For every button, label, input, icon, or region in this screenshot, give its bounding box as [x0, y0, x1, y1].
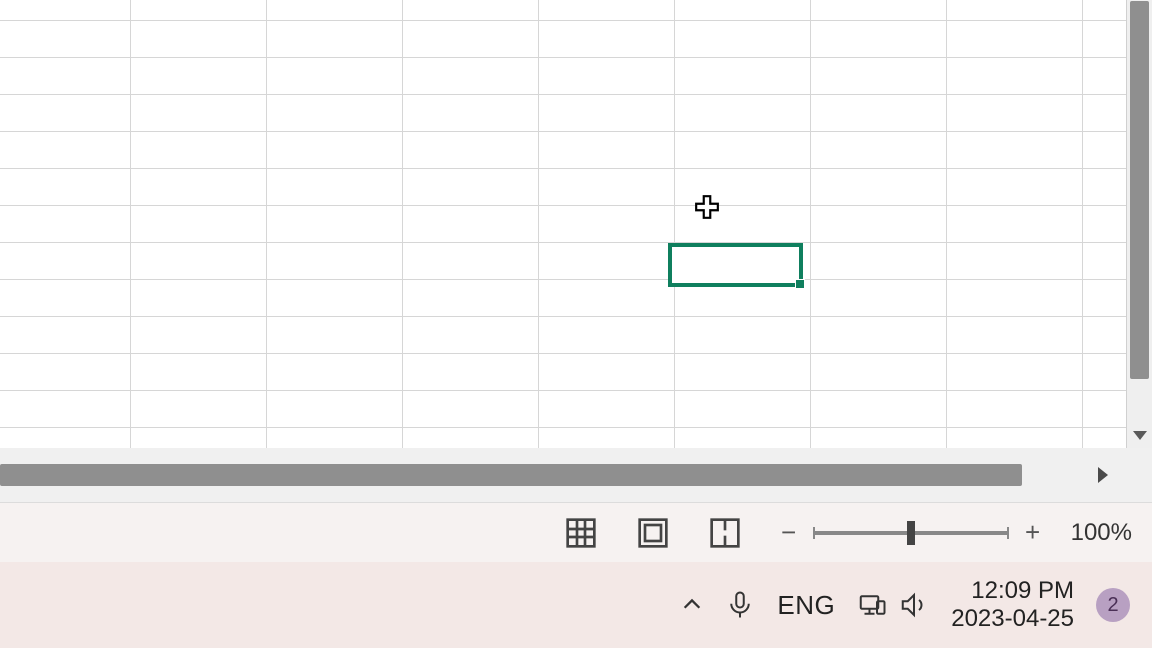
scroll-down-button[interactable]: [1127, 424, 1152, 446]
network-icon: [857, 590, 887, 620]
h-scroll-thumb[interactable]: [0, 464, 1022, 486]
view-page-break-button[interactable]: [703, 511, 747, 555]
cell-cursor-icon: [694, 194, 720, 220]
microphone-icon: [725, 590, 755, 620]
clock-date: 2023-04-25: [951, 605, 1074, 633]
page-break-icon: [709, 517, 741, 549]
grid-icon: [565, 517, 597, 549]
network-volume-group[interactable]: [857, 590, 929, 620]
zoom-level-label[interactable]: 100%: [1071, 519, 1132, 547]
spreadsheet-grid-area: [0, 0, 1152, 448]
zoom-control: − +: [775, 519, 1047, 547]
fill-handle[interactable]: [795, 279, 805, 289]
view-mode-buttons: [559, 511, 747, 555]
volume-icon: [899, 590, 929, 620]
view-page-layout-button[interactable]: [631, 511, 675, 555]
notification-badge: 2: [1096, 588, 1130, 622]
zoom-slider-thumb[interactable]: [907, 521, 915, 545]
zoom-slider[interactable]: [813, 531, 1009, 535]
windows-taskbar-tray: ENG 12:09 PM 2023-04-25 2: [0, 562, 1152, 648]
chevron-up-icon: [681, 594, 703, 616]
scroll-right-button[interactable]: [1090, 462, 1116, 488]
page-layout-icon: [637, 517, 669, 549]
view-normal-button[interactable]: [559, 511, 603, 555]
active-cell-selection[interactable]: [668, 243, 803, 287]
vertical-scrollbar[interactable]: [1126, 0, 1152, 448]
v-scroll-thumb[interactable]: [1130, 1, 1149, 379]
zoom-out-button[interactable]: −: [775, 519, 803, 547]
chevron-right-icon: [1098, 467, 1108, 483]
clock-button[interactable]: 12:09 PM 2023-04-25: [951, 577, 1074, 633]
zoom-in-button[interactable]: +: [1019, 519, 1047, 547]
notification-center-button[interactable]: 2: [1096, 588, 1130, 622]
voice-input-button[interactable]: [725, 590, 755, 620]
grid-canvas[interactable]: [0, 0, 1126, 448]
horizontal-scrollbar-row: [0, 448, 1152, 502]
show-hidden-icons-button[interactable]: [681, 594, 703, 616]
status-bar: − + 100%: [0, 502, 1152, 562]
clock-time: 12:09 PM: [971, 577, 1074, 605]
input-language-button[interactable]: ENG: [777, 590, 835, 621]
chevron-down-icon: [1133, 431, 1147, 440]
